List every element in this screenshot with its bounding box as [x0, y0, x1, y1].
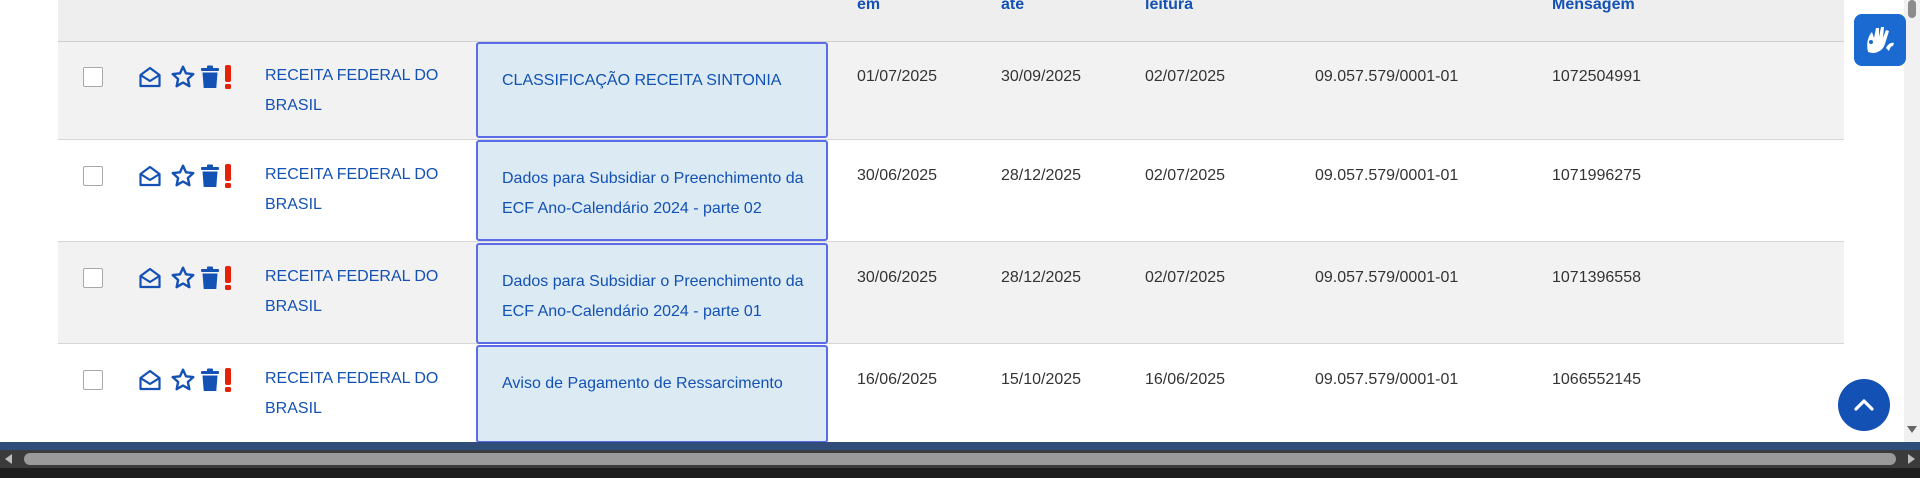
chevron-up-icon [1854, 399, 1874, 411]
envelope-open-icon[interactable] [138, 164, 162, 188]
trash-icon[interactable] [200, 266, 220, 290]
sender-link[interactable]: RECEITA FEDERAL DO BRASIL [265, 61, 455, 121]
subject-link[interactable]: Aviso de Pagamento de Ressarcimento [502, 369, 812, 399]
envelope-open-icon[interactable] [138, 266, 162, 290]
row-actions [138, 64, 233, 90]
trash-icon[interactable] [200, 65, 220, 89]
header-sent-date[interactable]: em [857, 0, 880, 14]
vertical-scrollbar[interactable] [1904, 0, 1920, 442]
exclamation-icon[interactable] [223, 163, 233, 189]
header-until-date[interactable]: até [1001, 0, 1024, 14]
exclamation-icon[interactable] [223, 265, 233, 291]
read-date-cell: 02/07/2025 [1145, 68, 1226, 85]
subject-link[interactable]: Dados para Subsidiar o Preenchimento da … [502, 267, 812, 327]
row-actions [138, 265, 233, 291]
scroll-to-top-button[interactable] [1838, 379, 1890, 431]
horizontal-scroll-thumb[interactable] [24, 453, 1896, 465]
table-row[interactable]: RECEITA FEDERAL DO BRASIL Dados para Subs… [58, 140, 1844, 242]
header-message-id[interactable]: Mensagem [1552, 0, 1635, 14]
exclamation-icon[interactable] [223, 64, 233, 90]
table-row[interactable]: RECEITA FEDERAL DO BRASIL Aviso de Pagame… [58, 344, 1844, 442]
trash-icon[interactable] [200, 164, 220, 188]
read-date-cell: 02/07/2025 [1145, 269, 1226, 286]
until-date-cell: 28/12/2025 [1001, 167, 1082, 184]
sent-date-cell: 30/06/2025 [857, 167, 938, 184]
table-header: em até leitura Mensagem [58, 0, 1844, 42]
cnpj-cell: 09.057.579/0001-01 [1315, 68, 1459, 85]
row-select-checkbox[interactable] [83, 67, 103, 87]
star-icon[interactable] [170, 163, 196, 189]
scroll-down-arrow-icon[interactable] [1907, 426, 1917, 433]
footer-strip [0, 442, 1920, 450]
row-select-checkbox[interactable] [83, 166, 103, 186]
sent-date-cell: 01/07/2025 [857, 68, 938, 85]
message-id-cell: 1071996275 [1552, 167, 1641, 184]
sent-date-cell: 16/06/2025 [857, 371, 938, 388]
until-date-cell: 30/09/2025 [1001, 68, 1082, 85]
row-actions [138, 367, 233, 393]
row-select-checkbox[interactable] [83, 268, 103, 288]
row-actions [138, 163, 233, 189]
trash-icon[interactable] [200, 368, 220, 392]
sign-language-hands-icon [1867, 27, 1894, 53]
read-date-cell: 16/06/2025 [1145, 371, 1226, 388]
scroll-left-arrow-icon[interactable] [5, 454, 12, 464]
message-id-cell: 1066552145 [1552, 371, 1641, 388]
star-icon[interactable] [170, 265, 196, 291]
cnpj-cell: 09.057.579/0001-01 [1315, 167, 1459, 184]
star-icon[interactable] [170, 64, 196, 90]
cnpj-cell: 09.057.579/0001-01 [1315, 371, 1459, 388]
envelope-open-icon[interactable] [138, 368, 162, 392]
until-date-cell: 15/10/2025 [1001, 371, 1082, 388]
subject-cell[interactable]: Dados para Subsidiar o Preenchimento da … [476, 140, 828, 241]
subject-cell[interactable]: Dados para Subsidiar o Preenchimento da … [476, 243, 828, 344]
sender-link[interactable]: RECEITA FEDERAL DO BRASIL [265, 364, 455, 424]
row-select-checkbox[interactable] [83, 370, 103, 390]
sender-link[interactable]: RECEITA FEDERAL DO BRASIL [265, 262, 455, 322]
scroll-right-arrow-icon[interactable] [1908, 454, 1915, 464]
subject-link[interactable]: CLASSIFICAÇÃO RECEITA SINTONIA [502, 66, 812, 96]
vertical-scroll-thumb[interactable] [1908, 0, 1916, 18]
read-date-cell: 02/07/2025 [1145, 167, 1226, 184]
envelope-open-icon[interactable] [138, 65, 162, 89]
horizontal-scrollbar[interactable] [0, 450, 1920, 468]
table-row[interactable]: RECEITA FEDERAL DO BRASIL CLASSIFICAÇÃO R… [58, 41, 1844, 140]
subject-cell[interactable]: CLASSIFICAÇÃO RECEITA SINTONIA [476, 42, 828, 138]
until-date-cell: 28/12/2025 [1001, 269, 1082, 286]
star-icon[interactable] [170, 367, 196, 393]
subject-link[interactable]: Dados para Subsidiar o Preenchimento da … [502, 164, 812, 224]
subject-cell[interactable]: Aviso de Pagamento de Ressarcimento [476, 345, 828, 442]
exclamation-icon[interactable] [223, 367, 233, 393]
window-bottom-edge [0, 468, 1920, 478]
accessibility-button[interactable] [1854, 14, 1906, 66]
header-read-date[interactable]: leitura [1145, 0, 1193, 14]
sent-date-cell: 30/06/2025 [857, 269, 938, 286]
table-row[interactable]: RECEITA FEDERAL DO BRASIL Dados para Subs… [58, 242, 1844, 344]
message-id-cell: 1071396558 [1552, 269, 1641, 286]
cnpj-cell: 09.057.579/0001-01 [1315, 269, 1459, 286]
messages-table: RECEITA FEDERAL DO BRASIL CLASSIFICAÇÃO R… [58, 0, 1844, 442]
sender-link[interactable]: RECEITA FEDERAL DO BRASIL [265, 160, 455, 220]
message-id-cell: 1072504991 [1552, 68, 1641, 85]
